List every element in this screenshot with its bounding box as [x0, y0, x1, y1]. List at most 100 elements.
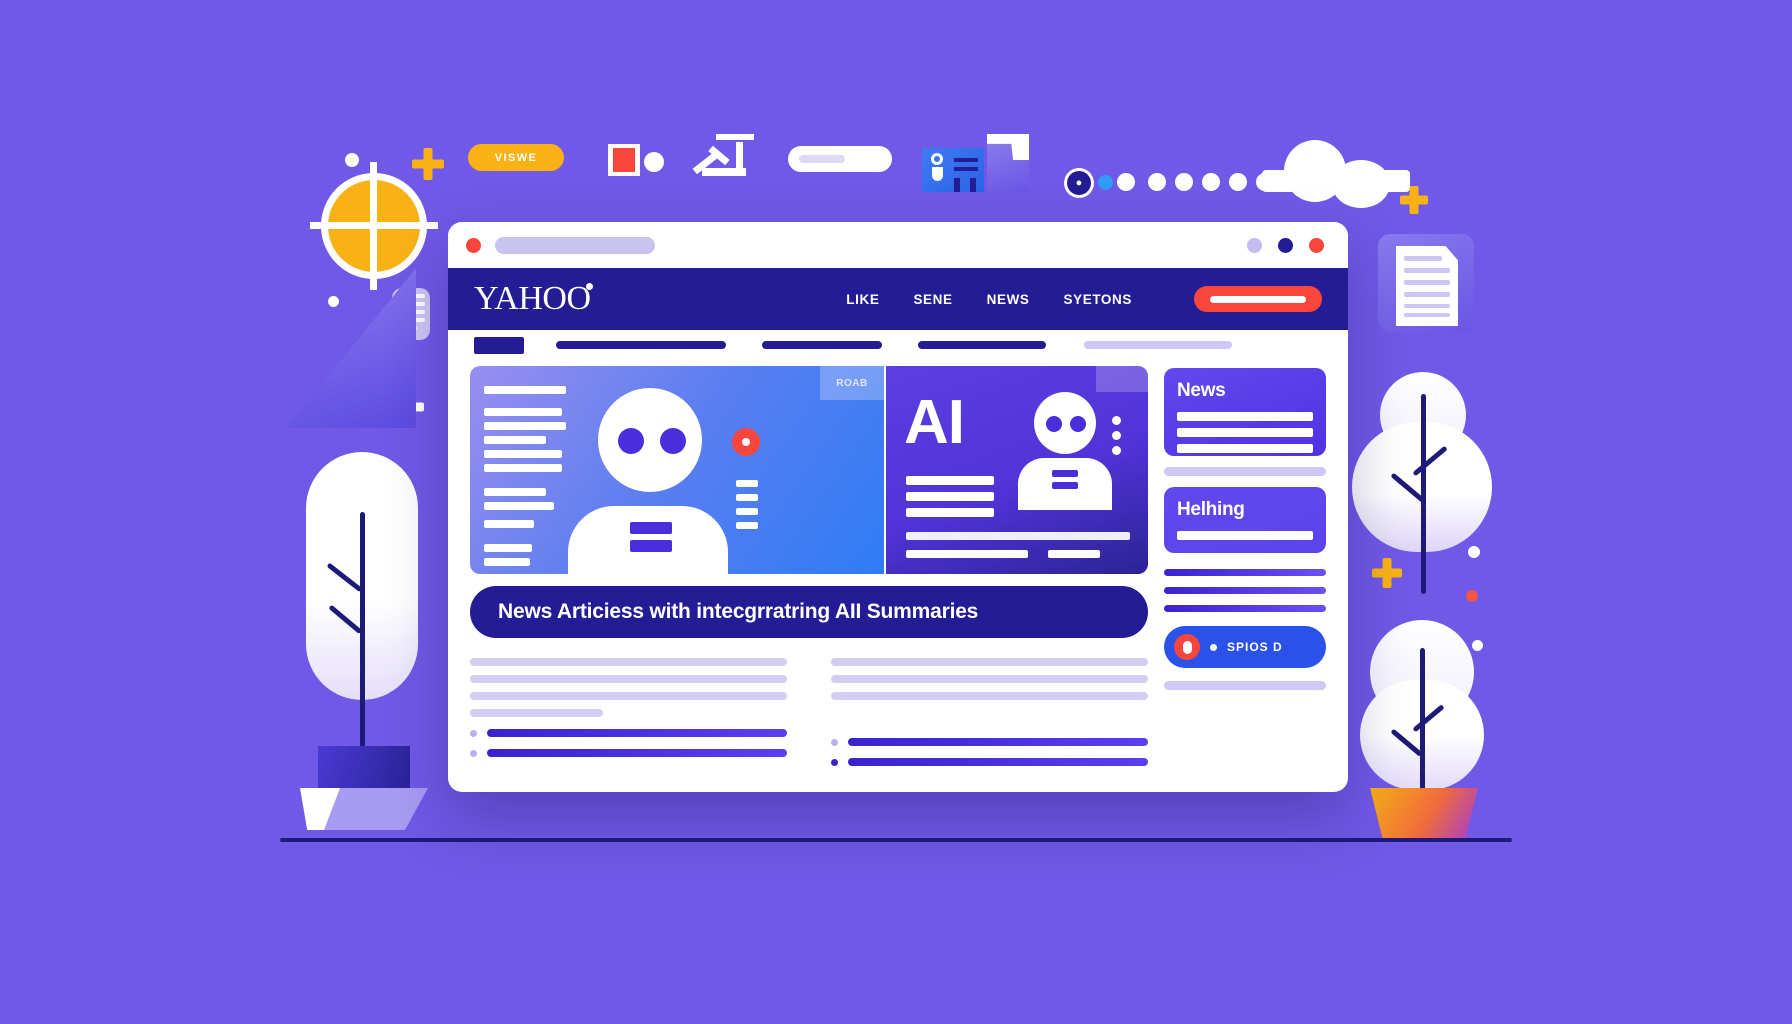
- pot-left: [300, 740, 428, 830]
- list-item[interactable]: [831, 758, 1148, 766]
- decor-avatar-badge: ●: [1064, 168, 1094, 198]
- sidebar-list-line[interactable]: [1164, 569, 1326, 576]
- skeleton-line: [470, 658, 787, 666]
- skeleton-line: [470, 709, 604, 717]
- decor-dot-strip-3: [1202, 173, 1220, 191]
- subnav-bar-1[interactable]: [556, 341, 726, 349]
- list-item-bar: [848, 758, 1148, 766]
- chrome-controls: [1247, 237, 1324, 253]
- tree-right-top: [1352, 372, 1492, 594]
- subnav-bar-3[interactable]: [918, 341, 1046, 349]
- cloud-icon: [1262, 140, 1410, 208]
- decor-dot-white-b: [1117, 173, 1135, 191]
- sub-navigation: [448, 330, 1348, 360]
- decor-dot-blue-accent: [1098, 175, 1113, 190]
- skeleton-line: [470, 675, 787, 683]
- sidebar-card-news[interactable]: News: [1164, 368, 1326, 456]
- robot-eye-left-1: [618, 428, 644, 454]
- robot-head-ai: [1034, 392, 1096, 454]
- decor-dot-left-small-a: [345, 153, 359, 167]
- chrome-dot-navy[interactable]: [1278, 237, 1293, 253]
- skeleton-line: [831, 692, 1148, 700]
- subnav-bar-2[interactable]: [762, 341, 882, 349]
- ai-title: AI: [904, 388, 965, 457]
- list-item-bar: [487, 749, 787, 757]
- plus-icon-yellow-right-a: [1400, 186, 1428, 214]
- list-item-bar: [848, 738, 1148, 746]
- sidebar-divider: [1164, 467, 1326, 476]
- headline-banner[interactable]: News Articiess with intecgrratring AII S…: [470, 586, 1148, 638]
- robot-eye-ai-1: [1046, 416, 1062, 432]
- decor-dot-strip-1: [1148, 173, 1166, 191]
- header-cta-button[interactable]: [1194, 286, 1322, 312]
- browser-window: YAHOO LIKE SENE NEWS SYETOnS: [448, 222, 1348, 792]
- bullet-icon: [470, 729, 477, 737]
- skeleton-line: [831, 658, 1148, 666]
- subnav-active-tag[interactable]: [474, 336, 524, 354]
- site-header: YAHOO LIKE SENE NEWS SYETOnS: [448, 268, 1348, 330]
- yahoo-logo[interactable]: YAHOO: [474, 280, 593, 318]
- bullet-icon: [831, 758, 838, 766]
- page-content: ROAB AI News Articiess with intecgrratri…: [448, 360, 1348, 766]
- bullet-icon: [470, 749, 477, 757]
- potted-plant-left: [306, 452, 426, 752]
- nav-item-sene[interactable]: SENE: [913, 292, 952, 307]
- decor-arrow-glyph: [692, 134, 754, 182]
- site-nav: LIKE SENE NEWS SYETOnS: [846, 286, 1322, 312]
- nav-item-syetons[interactable]: SYETOnS: [1064, 292, 1132, 307]
- hero-row: ROAB AI: [470, 366, 1148, 574]
- sidebar-list-line[interactable]: [1164, 587, 1326, 594]
- hero-panel-left[interactable]: ROAB: [470, 366, 884, 574]
- sidebar-card-helhing[interactable]: Helhing: [1164, 487, 1326, 553]
- decor-pill-label: VISWE: [494, 151, 538, 164]
- robot-head-left: [598, 388, 702, 492]
- list-item[interactable]: [470, 749, 787, 757]
- decor-square-red: [613, 148, 635, 172]
- subnav-bar-4[interactable]: [1084, 341, 1232, 349]
- headline-text: News Articiess with intecgrratring AII S…: [498, 600, 979, 623]
- decor-folder-card: [987, 134, 1029, 192]
- sidebar-card-line: [1177, 412, 1313, 421]
- list-item[interactable]: [831, 738, 1148, 746]
- decor-triangle-shade: [286, 268, 416, 428]
- robot-eye-left-2: [660, 428, 686, 454]
- decor-dot-strip-4: [1229, 173, 1247, 191]
- address-bar[interactable]: [495, 236, 655, 254]
- ground-line: [280, 838, 1512, 842]
- header-cta-label-bar: [1210, 295, 1306, 303]
- potted-plant-right: [1360, 620, 1484, 808]
- microphone-icon: [1174, 634, 1200, 660]
- overflow-menu-icon[interactable]: [1112, 416, 1121, 455]
- sidebar-list-line[interactable]: [1164, 605, 1326, 612]
- illustration-canvas: VISWE ● YAHOO LIKE SENE NEWS SYETONS ROA…: [0, 0, 1792, 1024]
- decor-dot-white-a: [644, 152, 664, 172]
- main-column: ROAB AI News Articiess with intecgrratri…: [470, 366, 1148, 766]
- decor-dot-strip-2: [1175, 173, 1193, 191]
- sidebar-card-line: [1177, 531, 1313, 540]
- pot-right: [1370, 788, 1478, 840]
- sidebar: News Helhing SPIOS D: [1164, 366, 1326, 766]
- sidebar-action-label: SPIOS D: [1227, 640, 1283, 654]
- chrome-dot-coral[interactable]: [1309, 237, 1324, 253]
- yahoo-logo-dot: [585, 283, 593, 290]
- chrome-dot-red[interactable]: [466, 237, 481, 253]
- nav-item-like[interactable]: LIKE: [846, 292, 879, 307]
- target-icon: [310, 162, 438, 290]
- plus-icon-yellow-top: [412, 148, 444, 180]
- hero-panel-ai[interactable]: AI: [886, 366, 1148, 574]
- sidebar-card-title: News: [1177, 380, 1226, 401]
- nav-item-news[interactable]: NEWS: [987, 292, 1030, 307]
- chrome-dot-lavender[interactable]: [1247, 237, 1262, 253]
- decor-dot-left-small-b: [328, 296, 339, 307]
- sidebar-action-button[interactable]: SPIOS D: [1164, 626, 1326, 668]
- article-column-2: [831, 658, 1148, 766]
- decor-search-pill: [788, 146, 892, 172]
- list-item[interactable]: [470, 729, 787, 737]
- sidebar-card-line: [1177, 428, 1313, 437]
- sidebar-card-line: [1177, 444, 1313, 453]
- list-item-bar: [487, 729, 787, 737]
- robot-eye-ai-2: [1070, 416, 1086, 432]
- browser-chrome: [448, 222, 1348, 268]
- record-indicator[interactable]: [732, 428, 760, 456]
- sidebar-card-title: Helhing: [1177, 499, 1245, 520]
